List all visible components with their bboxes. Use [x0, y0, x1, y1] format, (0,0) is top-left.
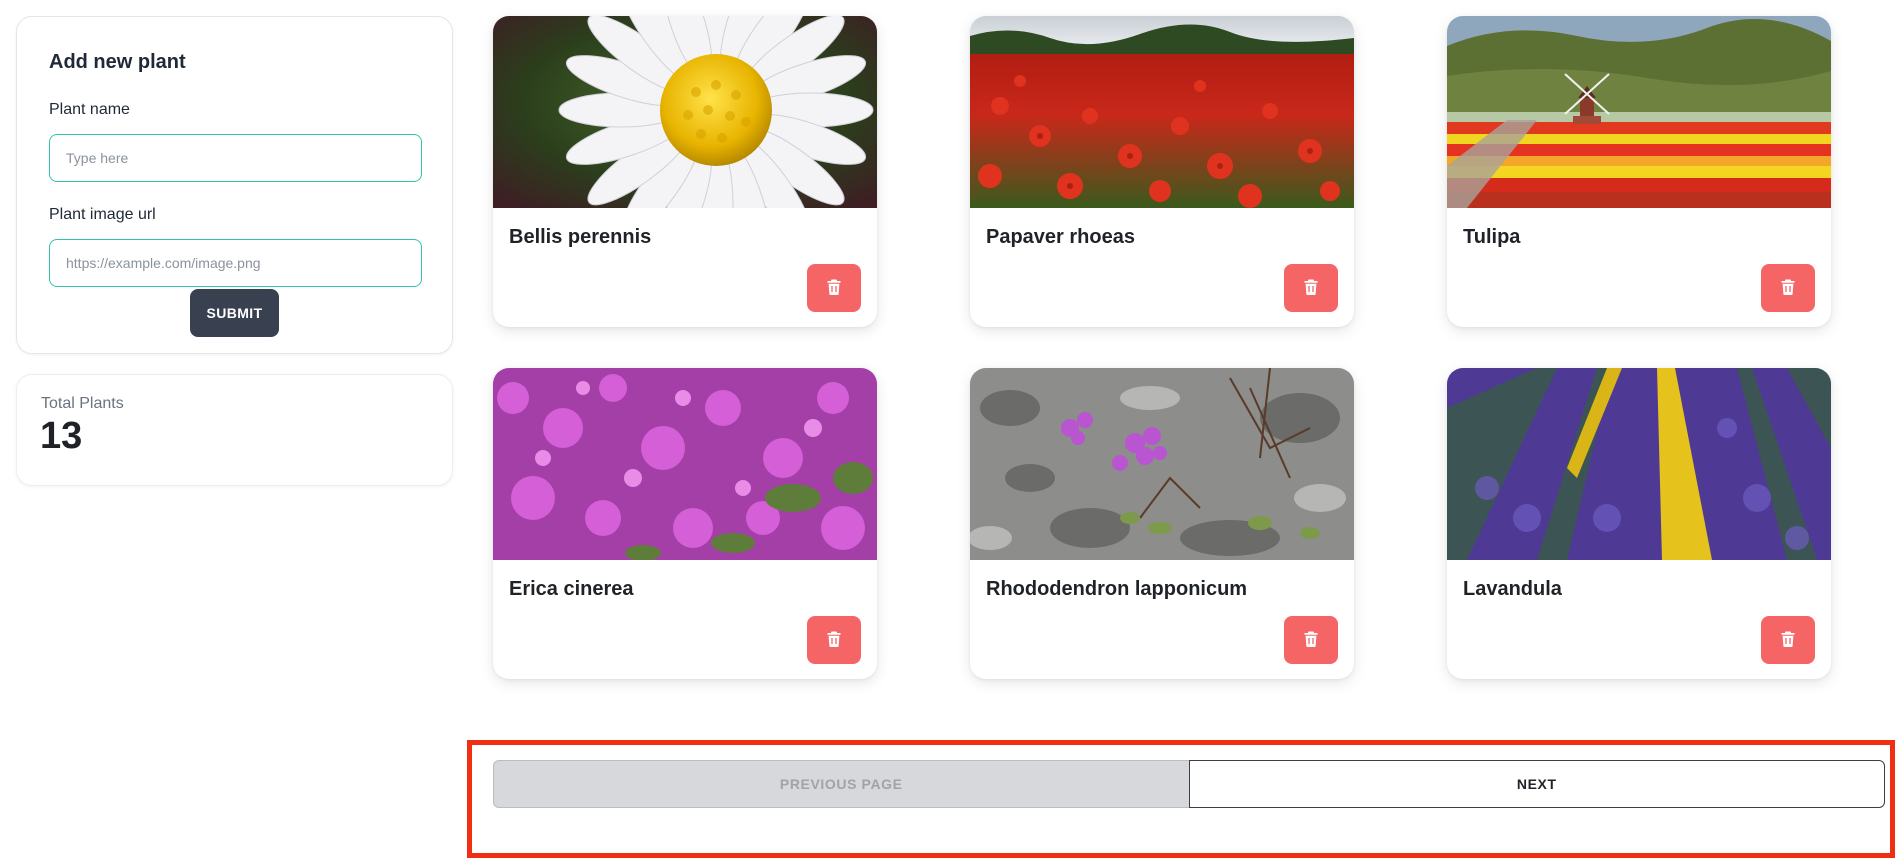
plant-card: Tulipa — [1447, 16, 1831, 327]
trash-icon — [1304, 279, 1318, 298]
plant-image-url-label: Plant image url — [49, 206, 156, 223]
delete-plant-button[interactable] — [1761, 616, 1815, 664]
plant-name-label: Plant name — [49, 101, 130, 118]
plant-name: Bellis perennis — [509, 226, 652, 248]
plant-card: Bellis perennis — [493, 16, 877, 327]
plant-card: Rhododendron lapponicum — [970, 368, 1354, 679]
trash-icon — [1781, 279, 1795, 298]
plant-image — [970, 16, 1354, 208]
next-page-button[interactable]: NEXT — [1188, 760, 1885, 808]
plant-name: Rhododendron lapponicum — [986, 578, 1248, 600]
stat-title: Total Plants — [41, 395, 124, 412]
previous-page-button[interactable]: PREVIOUS PAGE — [493, 760, 1189, 808]
delete-plant-button[interactable] — [807, 616, 861, 664]
trash-icon — [827, 631, 841, 650]
plant-card: Papaver rhoeas — [970, 16, 1354, 327]
plant-card: Lavandula — [1447, 368, 1831, 679]
plant-name: Tulipa — [1463, 226, 1521, 248]
delete-plant-button[interactable] — [807, 264, 861, 312]
plant-name: Papaver rhoeas — [986, 226, 1135, 248]
plant-card: Erica cinerea — [493, 368, 877, 679]
plant-image — [1447, 368, 1831, 560]
total-plants-stat: Total Plants 13 — [16, 374, 453, 486]
plant-image — [1447, 16, 1831, 208]
stat-value: 13 — [40, 415, 83, 457]
plant-name: Lavandula — [1463, 578, 1562, 600]
add-plant-form: Add new plant Plant name Plant image url… — [16, 16, 453, 354]
plant-name: Erica cinerea — [509, 578, 634, 600]
delete-plant-button[interactable] — [1761, 264, 1815, 312]
delete-plant-button[interactable] — [1284, 264, 1338, 312]
trash-icon — [1781, 631, 1795, 650]
form-title: Add new plant — [49, 51, 186, 73]
trash-icon — [1304, 631, 1318, 650]
plant-image-url-input[interactable] — [49, 239, 422, 287]
trash-icon — [827, 279, 841, 298]
plant-image — [970, 368, 1354, 560]
submit-button[interactable]: SUBMIT — [190, 289, 279, 337]
delete-plant-button[interactable] — [1284, 616, 1338, 664]
plant-name-input[interactable] — [49, 134, 422, 182]
plant-image — [493, 16, 877, 208]
pagination: PREVIOUS PAGE NEXT — [493, 760, 1885, 808]
plant-image — [493, 368, 877, 560]
